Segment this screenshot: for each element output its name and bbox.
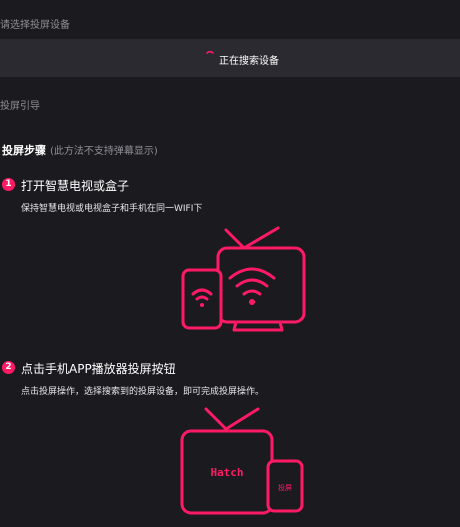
phone-cast-text: 投屏 (278, 483, 292, 492)
loading-spinner-icon (206, 50, 214, 54)
cast-guide-label: 投屏引导 (0, 101, 40, 112)
tv-and-phone-wifi-icon (181, 226, 306, 332)
step-2-badge: 2 (2, 361, 15, 374)
search-status-text: 正在搜索设备 (219, 56, 279, 67)
step-2-desc: 点击投屏操作，选择搜索到的投屏设备，即可完成投屏操作。 (21, 387, 265, 397)
step-1-badge: 1 (2, 178, 15, 191)
steps-section-title: 投屏步骤 (此方法不支持弹幕显示) (2, 142, 158, 158)
select-device-label: 请选择投屏设备 (0, 20, 70, 31)
steps-note: (此方法不支持弹幕显示) (50, 146, 158, 157)
step-1-desc: 保持智慧电视或电视盒子和手机在同一WIFI下 (21, 204, 203, 214)
tv-screen-text: Hatch (210, 466, 243, 479)
step-2-title: 点击手机APP播放器投屏按钮 (21, 362, 176, 376)
tv-watch-phone-cast-icon: Hatch 投屏 (180, 407, 304, 515)
steps-title: 投屏步骤 (2, 144, 46, 157)
step-1-title: 打开智慧电视或盒子 (21, 179, 130, 193)
